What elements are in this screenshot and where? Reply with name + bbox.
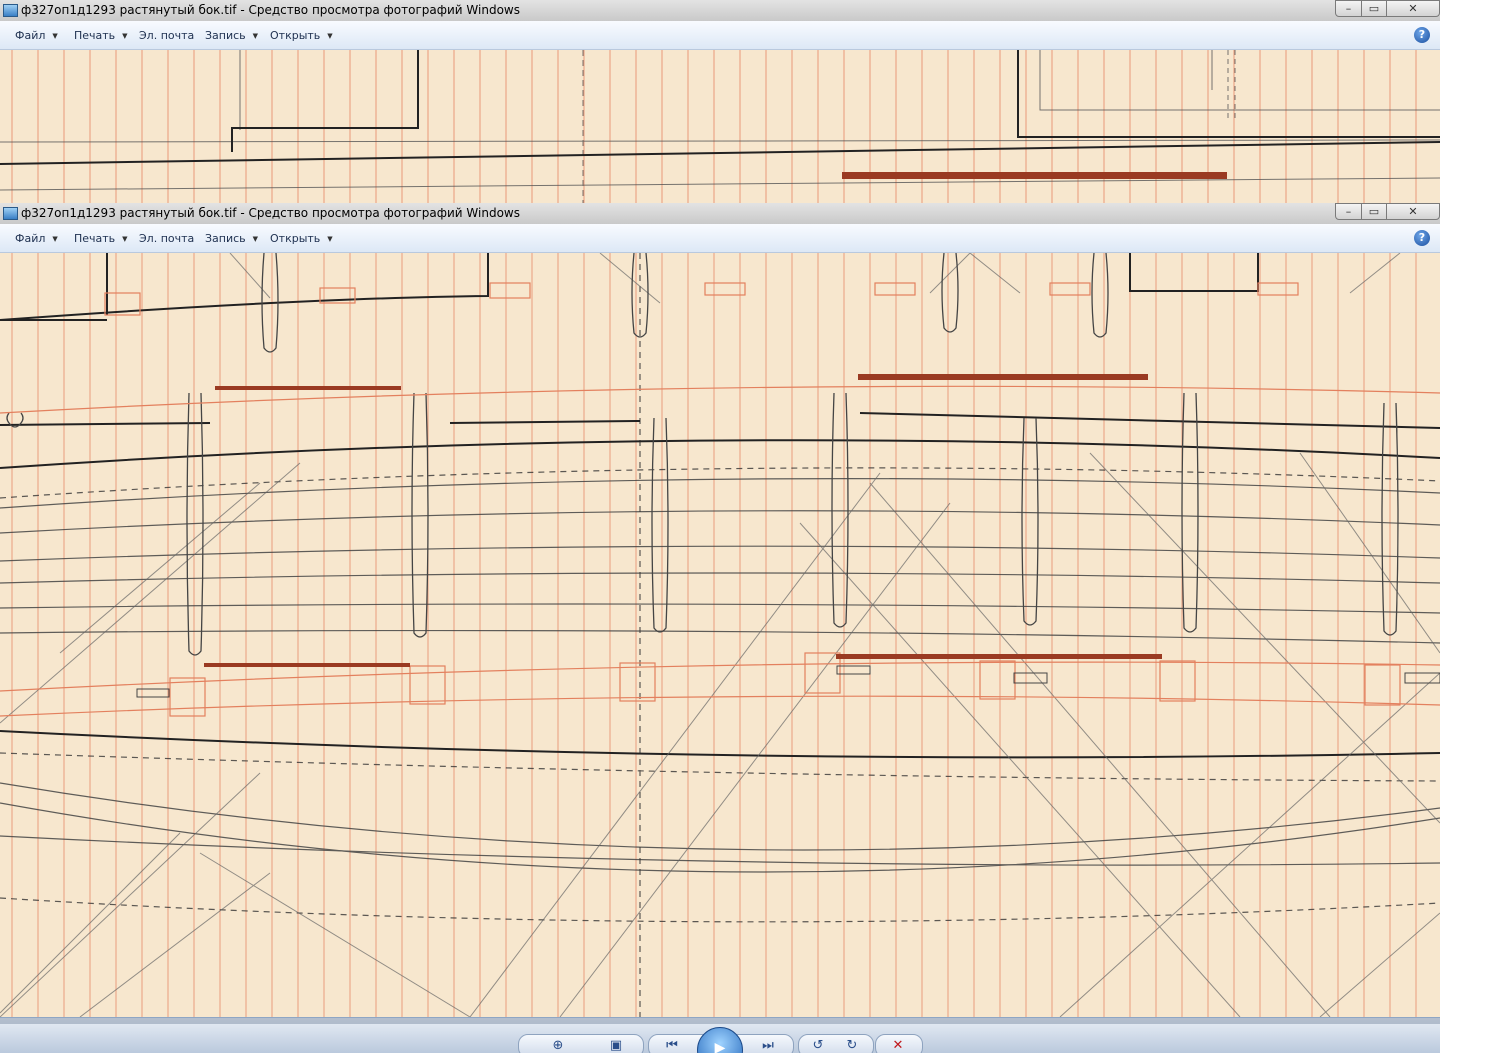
maximize-button[interactable]: ▭ bbox=[1361, 203, 1387, 220]
menu-email-label: Эл. почта bbox=[139, 29, 195, 42]
rotate-right-icon[interactable]: ↻ bbox=[841, 1037, 863, 1053]
menu-print[interactable]: Печать ▼ bbox=[74, 232, 128, 245]
menu-file-label: Файл bbox=[15, 29, 46, 42]
rotate-group: ↺ ↻ bbox=[798, 1034, 874, 1053]
command-bar: Файл ▼ Печать ▼ Эл. почта Запись ▼ Открыть ▼… bbox=[0, 21, 1440, 50]
maximize-button[interactable]: ▭ bbox=[1361, 0, 1387, 17]
help-icon[interactable]: ? bbox=[1414, 27, 1430, 43]
menu-email[interactable]: Эл. почта bbox=[139, 29, 194, 42]
rotate-left-icon[interactable]: ↺ bbox=[807, 1037, 829, 1053]
menu-file[interactable]: Файл ▼ bbox=[15, 232, 58, 245]
fit-window-icon[interactable]: ▣ bbox=[605, 1037, 627, 1053]
menu-file-label: Файл bbox=[15, 232, 46, 245]
menu-burn[interactable]: Запись ▼ bbox=[205, 232, 258, 245]
menu-burn[interactable]: Запись ▼ bbox=[205, 29, 258, 42]
menu-print-label: Печать bbox=[74, 232, 116, 245]
menu-open[interactable]: Открыть ▼ bbox=[270, 29, 333, 42]
image-viewport[interactable] bbox=[0, 50, 1440, 203]
menu-email-label: Эл. почта bbox=[139, 232, 195, 245]
command-bar: Файл ▼ Печать ▼ Эл. почта Запись ▼ Открыть ▼… bbox=[0, 224, 1440, 253]
menu-open[interactable]: Открыть ▼ bbox=[270, 232, 333, 245]
caret-down-icon: ▼ bbox=[252, 235, 259, 243]
image-viewport[interactable] bbox=[0, 253, 1440, 1017]
previous-icon[interactable]: ⏮ bbox=[661, 1037, 683, 1053]
caret-down-icon: ▼ bbox=[52, 235, 58, 243]
magnifier-icon[interactable]: ⊕ bbox=[547, 1037, 569, 1053]
menu-open-label: Открыть bbox=[270, 29, 321, 42]
caret-down-icon: ▼ bbox=[122, 235, 128, 243]
red-bar-marking bbox=[858, 374, 1148, 380]
zoom-group: ⊕ ▣ bbox=[518, 1034, 644, 1053]
photo-viewer-icon bbox=[3, 207, 18, 220]
menu-email[interactable]: Эл. почта bbox=[139, 232, 194, 245]
caret-down-icon: ▼ bbox=[327, 235, 333, 243]
close-button[interactable]: ✕ bbox=[1386, 203, 1440, 220]
drawing-image bbox=[0, 50, 1440, 203]
caret-down-icon: ▼ bbox=[252, 32, 259, 40]
minimize-button[interactable]: – bbox=[1335, 0, 1362, 17]
playback-control-bar: ⊕ ▣ ⏮ ⏭ ▶ ↺ ↻ ✕ bbox=[0, 1017, 1440, 1053]
window-title: ф327оп1д1293 растянутый бок.tif - Средст… bbox=[21, 3, 520, 17]
window-title: ф327оп1д1293 растянутый бок.tif - Средст… bbox=[21, 206, 520, 220]
photo-viewer-window: ф327оп1д1293 растянутый бок.tif - Средст… bbox=[0, 203, 1440, 1053]
play-icon[interactable]: ▶ bbox=[697, 1027, 743, 1053]
red-bar-marking bbox=[215, 386, 401, 390]
menu-burn-label: Запись bbox=[205, 232, 246, 245]
help-icon[interactable]: ? bbox=[1414, 230, 1430, 246]
menu-burn-label: Запись bbox=[205, 29, 246, 42]
red-bar-marking bbox=[204, 663, 410, 667]
caret-down-icon: ▼ bbox=[122, 32, 128, 40]
menu-print[interactable]: Печать ▼ bbox=[74, 29, 128, 42]
menu-file[interactable]: Файл ▼ bbox=[15, 29, 58, 42]
title-bar[interactable]: ф327оп1д1293 растянутый бок.tif - Средст… bbox=[0, 203, 1440, 225]
caret-down-icon: ▼ bbox=[327, 32, 333, 40]
next-icon[interactable]: ⏭ bbox=[757, 1037, 779, 1053]
photo-viewer-icon bbox=[3, 4, 18, 17]
caret-down-icon: ▼ bbox=[52, 32, 58, 40]
red-bar-marking bbox=[836, 654, 1162, 659]
delete-icon[interactable]: ✕ bbox=[887, 1037, 909, 1053]
drawing-image bbox=[0, 253, 1440, 1017]
photo-viewer-window-back: ф327оп1д1293 растянутый бок.tif - Средст… bbox=[0, 0, 1440, 203]
red-bar-marking bbox=[842, 172, 1227, 179]
desktop-strip bbox=[0, 1018, 1440, 1024]
title-bar[interactable]: ф327оп1д1293 растянутый бок.tif - Средст… bbox=[0, 0, 1440, 22]
desktop-background bbox=[1440, 0, 1489, 1053]
menu-open-label: Открыть bbox=[270, 232, 321, 245]
menu-print-label: Печать bbox=[74, 29, 116, 42]
close-button[interactable]: ✕ bbox=[1386, 0, 1440, 17]
delete-group: ✕ bbox=[875, 1034, 923, 1053]
minimize-button[interactable]: – bbox=[1335, 203, 1362, 220]
